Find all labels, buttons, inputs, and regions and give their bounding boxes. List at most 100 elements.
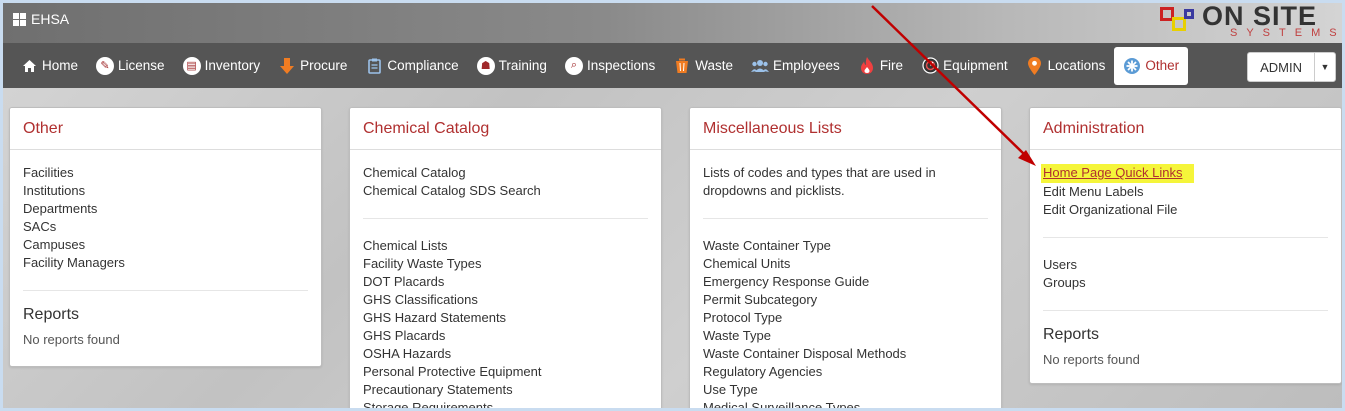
locations-icon (1026, 56, 1044, 75)
nav-procure-label: Procure (300, 58, 348, 73)
link-chemical-lists[interactable]: Chemical Lists (363, 237, 648, 255)
administration-links: Home Page Quick Links Edit Menu Labels E… (1041, 164, 1328, 219)
divider (23, 290, 308, 291)
link-waste-container-disposal-methods[interactable]: Waste Container Disposal Methods (703, 345, 988, 363)
fire-icon (858, 57, 876, 75)
link-ghs-classifications[interactable]: GHS Classifications (363, 291, 648, 309)
panel-chemical-catalog: Chemical Catalog Chemical Catalog Chemic… (349, 107, 662, 408)
link-chemical-catalog-sds-search[interactable]: Chemical Catalog SDS Search (363, 182, 648, 200)
nav-locations[interactable]: Locations (1017, 47, 1115, 85)
nav-inventory[interactable]: ▤ Inventory (174, 47, 270, 85)
nav-other-label: Other (1145, 58, 1180, 73)
link-chemical-units[interactable]: Chemical Units (703, 255, 988, 273)
link-edit-organizational-file[interactable]: Edit Organizational File (1043, 201, 1328, 219)
nav-training[interactable]: ☗ Training (468, 47, 556, 85)
logo-subtext: SYSTEMS (1230, 27, 1342, 39)
app-title[interactable]: EHSA (13, 11, 69, 27)
link-home-page-quick-links[interactable]: Home Page Quick Links (1043, 165, 1182, 180)
link-ghs-placards[interactable]: GHS Placards (363, 327, 648, 345)
app-title-text: EHSA (31, 11, 70, 27)
chevron-down-icon[interactable]: ▼ (1315, 53, 1335, 81)
panel-miscellaneous-lists: Miscellaneous Lists Lists of codes and t… (689, 107, 1002, 408)
panel-title: Miscellaneous Lists (690, 108, 1001, 150)
link-protocol-type[interactable]: Protocol Type (703, 309, 988, 327)
panel-description: Lists of codes and types that are used i… (703, 165, 936, 198)
highlighted-link-row: Home Page Quick Links (1041, 164, 1328, 183)
link-facilities[interactable]: Facilities (23, 164, 308, 182)
misc-list-links: Waste Container Type Chemical Units Emer… (703, 237, 988, 408)
other-links: Facilities Institutions Departments SACs… (23, 164, 308, 272)
nav-compliance-label: Compliance (387, 58, 459, 73)
link-groups[interactable]: Groups (1043, 274, 1328, 292)
link-regulatory-agencies[interactable]: Regulatory Agencies (703, 363, 988, 381)
user-menu-button[interactable]: ADMIN ▼ (1247, 52, 1336, 82)
compliance-icon (365, 57, 383, 75)
nav-license[interactable]: ✎ License (87, 47, 174, 85)
user-menu-label: ADMIN (1248, 53, 1315, 81)
panel-title: Chemical Catalog (350, 108, 661, 150)
divider (1043, 237, 1328, 238)
nav-inspections[interactable]: ⌕ Inspections (556, 47, 664, 85)
link-ghs-hazard-statements[interactable]: GHS Hazard Statements (363, 309, 648, 327)
link-facility-managers[interactable]: Facility Managers (23, 254, 308, 272)
reports-empty-text: No reports found (1043, 352, 1140, 367)
link-departments[interactable]: Departments (23, 200, 308, 218)
link-edit-menu-labels[interactable]: Edit Menu Labels (1043, 183, 1328, 201)
nav-employees-label: Employees (773, 58, 840, 73)
link-use-type[interactable]: Use Type (703, 381, 988, 399)
inventory-icon: ▤ (182, 56, 201, 75)
reports-empty-text: No reports found (23, 332, 120, 347)
link-emergency-response-guide[interactable]: Emergency Response Guide (703, 273, 988, 291)
reports-title: Reports (23, 306, 80, 323)
nav-equipment-label: Equipment (943, 58, 1008, 73)
link-users[interactable]: Users (1043, 256, 1328, 274)
nav-fire[interactable]: Fire (849, 47, 912, 85)
nav-license-label: License (118, 58, 165, 73)
divider (363, 218, 648, 219)
nav-employees[interactable]: Employees (742, 47, 849, 85)
chemical-list-links: Chemical Lists Facility Waste Types DOT … (363, 237, 648, 408)
inspections-icon: ⌕ (564, 56, 583, 75)
link-medical-surveillance-types[interactable]: Medical Surveillance Types (703, 399, 988, 408)
equipment-icon (921, 57, 939, 75)
employees-icon (751, 57, 770, 75)
link-dot-placards[interactable]: DOT Placards (363, 273, 648, 291)
link-campuses[interactable]: Campuses (23, 236, 308, 254)
nav-procure[interactable]: Procure (269, 47, 356, 85)
grid-icon (13, 12, 26, 26)
home-icon (20, 57, 38, 75)
link-chemical-catalog[interactable]: Chemical Catalog (363, 164, 648, 182)
link-precautionary-statements[interactable]: Precautionary Statements (363, 381, 648, 399)
nav-home-label: Home (42, 58, 79, 73)
nav-waste-label: Waste (695, 58, 734, 73)
main-nav: Home ✎ License ▤ Inventory Procure Compl… (3, 43, 1342, 88)
logo-square-blue (1184, 9, 1194, 19)
reports-title: Reports (1043, 326, 1100, 343)
training-icon: ☗ (476, 56, 495, 75)
link-osha-hazards[interactable]: OSHA Hazards (363, 345, 648, 363)
nav-other[interactable]: Other (1114, 46, 1189, 85)
link-facility-waste-types[interactable]: Facility Waste Types (363, 255, 648, 273)
nav-waste[interactable]: Waste (664, 47, 742, 85)
top-bar: EHSA ON SITE SYSTEMS (3, 3, 1342, 43)
link-institutions[interactable]: Institutions (23, 182, 308, 200)
link-waste-type[interactable]: Waste Type (703, 327, 988, 345)
link-sacs[interactable]: SACs (23, 218, 308, 236)
panel-title: Administration (1030, 108, 1341, 150)
procure-icon (278, 57, 296, 75)
link-permit-subcategory[interactable]: Permit Subcategory (703, 291, 988, 309)
company-logo: ON SITE SYSTEMS (1152, 3, 1342, 43)
waste-icon (673, 57, 691, 75)
chemical-catalog-links: Chemical Catalog Chemical Catalog SDS Se… (363, 164, 648, 200)
app-frame: EHSA ON SITE SYSTEMS Home ✎ License ▤ In… (3, 3, 1342, 408)
nav-fire-label: Fire (879, 58, 904, 73)
link-storage-requirements[interactable]: Storage Requirements (363, 399, 648, 408)
nav-home[interactable]: Home (11, 47, 87, 85)
panel-title: Other (10, 108, 321, 150)
nav-equipment[interactable]: Equipment (912, 47, 1017, 85)
user-admin-links: Users Groups (1043, 256, 1328, 292)
nav-compliance[interactable]: Compliance (356, 47, 467, 85)
link-personal-protective-equipment[interactable]: Personal Protective Equipment (363, 363, 648, 381)
link-waste-container-type[interactable]: Waste Container Type (703, 237, 988, 255)
nav-training-label: Training (498, 58, 547, 73)
